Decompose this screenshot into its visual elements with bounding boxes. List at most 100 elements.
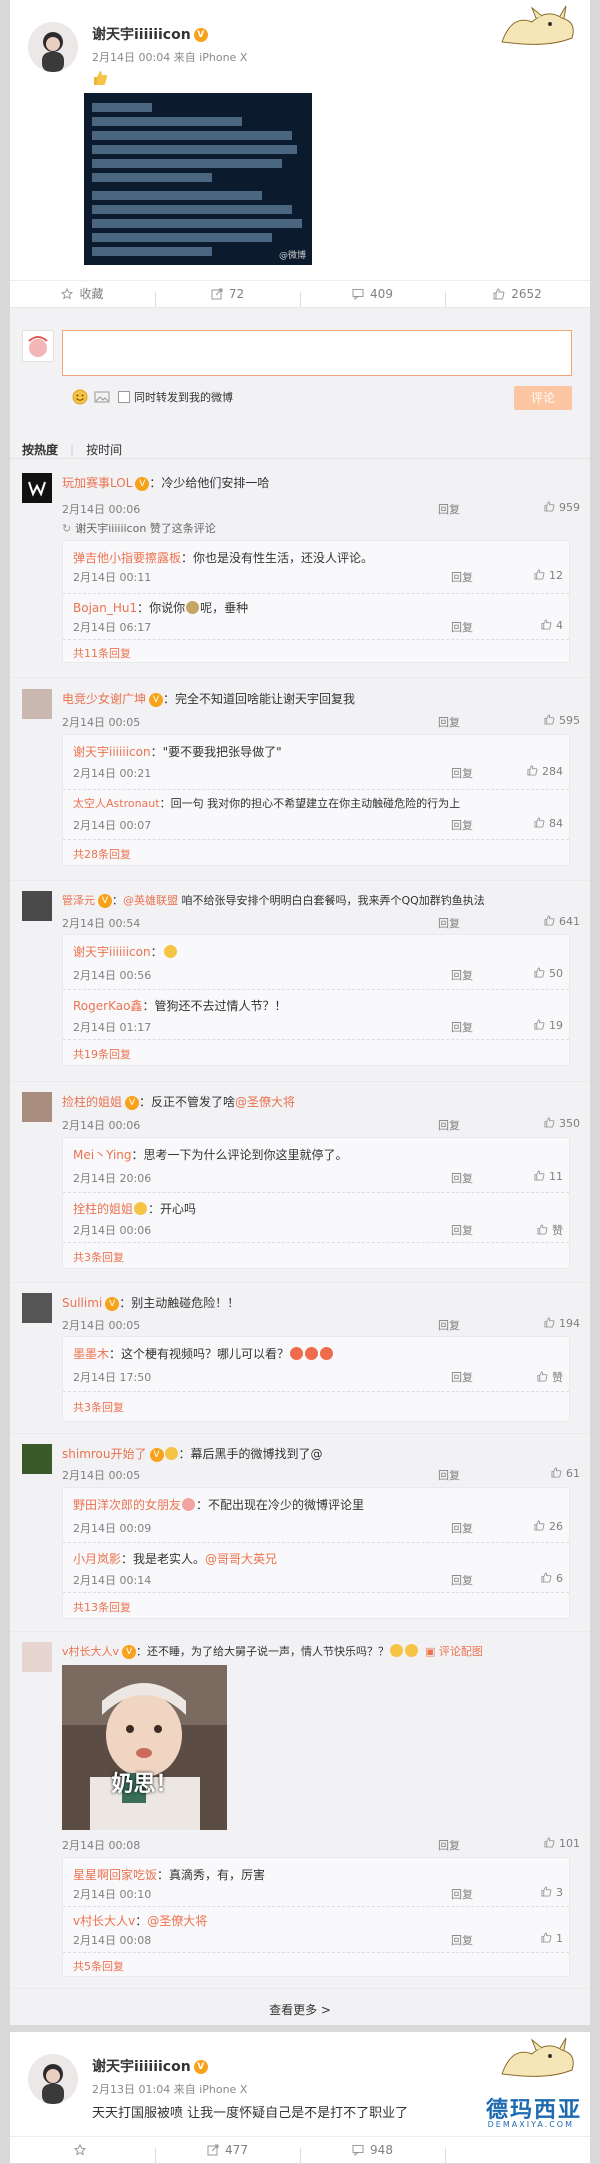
collect-button[interactable] (10, 2137, 155, 2164)
mention-link[interactable]: @英雄联盟 (123, 894, 178, 907)
replier-name[interactable]: 星星啊回家吃饭 (73, 1868, 157, 1882)
comment-picture-link[interactable]: ▣ 评论配图 (425, 1645, 483, 1658)
reply-like-button[interactable]: 11 (503, 1170, 563, 1183)
reply-like-button[interactable]: 4 (503, 619, 563, 632)
replier-name[interactable]: v村长大人v (73, 1914, 135, 1928)
sort-by-hot-tab[interactable]: 按热度 (22, 443, 58, 457)
post-date[interactable]: 2月14日 00:04 (92, 51, 170, 64)
reply-like-button[interactable]: 赞 (503, 1222, 563, 1238)
more-replies-link[interactable]: 共19条回复 (73, 1046, 131, 1062)
replier-name[interactable]: 太空人Astronaut (73, 797, 160, 810)
replier-name[interactable]: 墨墨木 (73, 1347, 109, 1361)
reply-button[interactable]: 回复 (451, 1932, 473, 1948)
comment-input[interactable] (62, 330, 572, 376)
comment-like-button[interactable]: 595 (510, 714, 580, 727)
reply-button[interactable]: 回复 (451, 765, 473, 781)
replier-name[interactable]: RogerKao鑫 (73, 999, 142, 1013)
reply-button[interactable]: 回复 (451, 1019, 473, 1035)
replier-name[interactable]: 弹吉他小指要擦露板 (73, 551, 181, 565)
more-replies-link[interactable]: 共11条回复 (73, 645, 131, 661)
more-replies-link[interactable]: 共3条回复 (73, 1399, 124, 1415)
sort-by-time-tab[interactable]: 按时间 (86, 443, 122, 457)
comment-like-button[interactable]: 61 (510, 1467, 580, 1480)
reply-button[interactable]: 回复 (438, 1317, 460, 1333)
reply-button[interactable]: 回复 (451, 817, 473, 833)
commenter-name[interactable]: v村长大人v (62, 1645, 119, 1658)
reply-like-button[interactable]: 50 (503, 967, 563, 980)
author-avatar[interactable] (28, 2054, 78, 2104)
commenter-name[interactable]: 玩加赛事LOL (62, 476, 132, 490)
commenter-avatar[interactable] (22, 1293, 52, 1323)
reply-like-button[interactable]: 3 (503, 1886, 563, 1899)
reply-button[interactable]: 回复 (451, 1572, 473, 1588)
author-name[interactable]: 谢天宇iiiiiicon V (92, 2056, 208, 2076)
commenter-name[interactable]: shimrou开始了 (62, 1447, 147, 1461)
reply-like-button[interactable]: 12 (503, 569, 563, 582)
reply-button[interactable]: 回复 (451, 569, 473, 585)
reply-button[interactable]: 回复 (438, 1467, 460, 1483)
reply-like-button[interactable]: 6 (503, 1572, 563, 1585)
commenter-name[interactable]: Sullimi (62, 1296, 102, 1310)
reply-button[interactable]: 回复 (451, 1369, 473, 1385)
reply-like-button[interactable]: 84 (503, 817, 563, 830)
replier-name[interactable]: 野田洋次郎的女朋友 (73, 1498, 181, 1512)
replier-name[interactable]: 小月岚影 (73, 1552, 121, 1566)
comment-button[interactable]: 409 (300, 281, 445, 308)
emoji-icon[interactable] (72, 389, 88, 405)
reply-button[interactable]: 回复 (438, 501, 460, 517)
mention-link[interactable]: @圣僚大将 (235, 1095, 295, 1109)
more-replies-link[interactable]: 共13条回复 (73, 1599, 131, 1615)
commenter-name[interactable]: 电竞少女谢广坤 (62, 692, 146, 706)
commenter-avatar[interactable] (22, 689, 52, 719)
post-image[interactable]: @微博 (84, 93, 312, 265)
reply-like-button[interactable]: 19 (503, 1019, 563, 1032)
reply-like-button[interactable]: 284 (503, 765, 563, 778)
replier-name[interactable]: Bojan_Hu1 (73, 601, 137, 615)
replier-name[interactable]: 拴柱的姐姐 (73, 1202, 133, 1216)
commenter-avatar[interactable] (22, 1092, 52, 1122)
reply-like-button[interactable]: 赞 (503, 1369, 563, 1385)
replier-name[interactable]: Mei丶Ying (73, 1148, 132, 1162)
mention-link[interactable]: @圣僚大将 (147, 1914, 207, 1928)
commenter-name[interactable]: 捡柱的姐姐 (62, 1095, 122, 1109)
commenter-name[interactable]: 管泽元 (62, 894, 95, 907)
replier-name[interactable]: 谢天宇iiiiiicon (73, 945, 151, 959)
reply-button[interactable]: 回复 (438, 1837, 460, 1853)
reply-button[interactable]: 回复 (438, 1117, 460, 1133)
comment-like-button[interactable]: 350 (510, 1117, 580, 1130)
reply-like-button[interactable]: 1 (503, 1932, 563, 1945)
comment-like-button[interactable]: 194 (510, 1317, 580, 1330)
author-name[interactable]: 谢天宇iiiiiicon V (92, 24, 208, 44)
my-avatar[interactable] (22, 330, 54, 362)
reply-button[interactable]: 回复 (451, 1886, 473, 1902)
reply-button[interactable]: 回复 (451, 1222, 473, 1238)
reply-button[interactable]: 回复 (451, 967, 473, 983)
reply-button[interactable]: 回复 (438, 915, 460, 931)
comment-button[interactable]: 948 (300, 2137, 445, 2164)
commenter-avatar[interactable] (22, 1444, 52, 1474)
sync-forward-checkbox[interactable] (118, 391, 130, 403)
commenter-avatar[interactable] (22, 473, 52, 503)
mention-link[interactable]: @哥哥大英兄 (205, 1552, 277, 1566)
more-replies-link[interactable]: 共3条回复 (73, 1249, 124, 1265)
commenter-avatar[interactable] (22, 1642, 52, 1672)
author-avatar[interactable] (28, 22, 78, 72)
commenter-avatar[interactable] (22, 891, 52, 921)
reply-like-button[interactable]: 26 (503, 1520, 563, 1533)
reply-button[interactable]: 回复 (438, 714, 460, 730)
collect-button[interactable]: 收藏 (10, 281, 155, 308)
view-more-link[interactable]: 查看更多 > (10, 2001, 590, 2018)
reply-button[interactable]: 回复 (451, 1170, 473, 1186)
replier-name[interactable]: 谢天宇iiiiiicon (73, 745, 151, 759)
more-replies-link[interactable]: 共5条回复 (73, 1958, 124, 1974)
comment-like-button[interactable]: 959 (510, 501, 580, 514)
comment-picture[interactable]: 奶思！ (62, 1665, 227, 1830)
reply-button[interactable]: 回复 (451, 619, 473, 635)
like-button[interactable]: 2652 (445, 281, 590, 308)
submit-comment-button[interactable]: 评论 (514, 386, 572, 410)
comment-like-button[interactable]: 101 (510, 1837, 580, 1850)
post-date[interactable]: 2月13日 01:04 (92, 2083, 170, 2096)
reply-button[interactable]: 回复 (451, 1520, 473, 1536)
like-button[interactable] (445, 2137, 590, 2164)
forward-button[interactable]: 72 (155, 281, 300, 308)
